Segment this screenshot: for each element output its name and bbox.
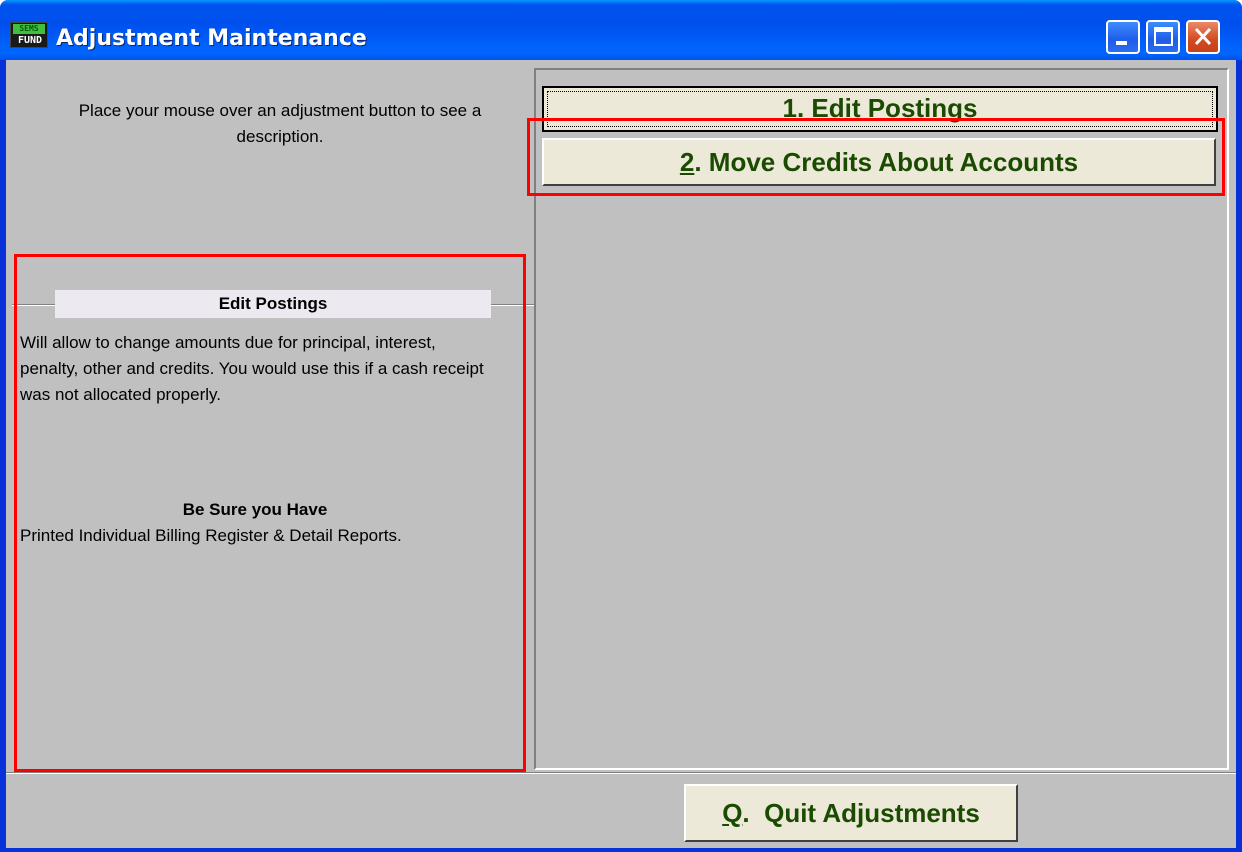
quit-adjustments-button[interactable]: Q. Quit Adjustments bbox=[684, 784, 1018, 842]
app-icon-bottom-text: FUND bbox=[17, 35, 43, 46]
title-bar[interactable]: SEMS FUND Adjustment Maintenance bbox=[0, 0, 1242, 60]
minimize-icon bbox=[1116, 41, 1127, 45]
window-border-right bbox=[1236, 60, 1242, 852]
close-button[interactable] bbox=[1186, 20, 1220, 54]
app-icon-top-text: SEMS bbox=[13, 24, 45, 34]
move-credits-highlight-frame bbox=[527, 118, 1225, 196]
footer-divider bbox=[6, 772, 1236, 774]
hint-text: Place your mouse over an adjustment butt… bbox=[78, 101, 482, 146]
quit-label: . Quit Adjustments bbox=[742, 798, 980, 828]
client-area: Place your mouse over an adjustment butt… bbox=[6, 60, 1236, 848]
window: SEMS FUND Adjustment Maintenance Place y… bbox=[0, 0, 1242, 852]
maximize-icon bbox=[1154, 27, 1173, 46]
close-icon bbox=[1194, 27, 1212, 46]
minimize-button[interactable] bbox=[1106, 20, 1140, 54]
description-pane: Place your mouse over an adjustment butt… bbox=[12, 66, 538, 836]
maximize-button[interactable] bbox=[1146, 20, 1180, 54]
quit-hotkey: Q bbox=[722, 798, 743, 828]
app-icon: SEMS FUND bbox=[10, 22, 48, 48]
window-title: Adjustment Maintenance bbox=[56, 26, 367, 51]
description-highlight-frame bbox=[14, 254, 526, 772]
